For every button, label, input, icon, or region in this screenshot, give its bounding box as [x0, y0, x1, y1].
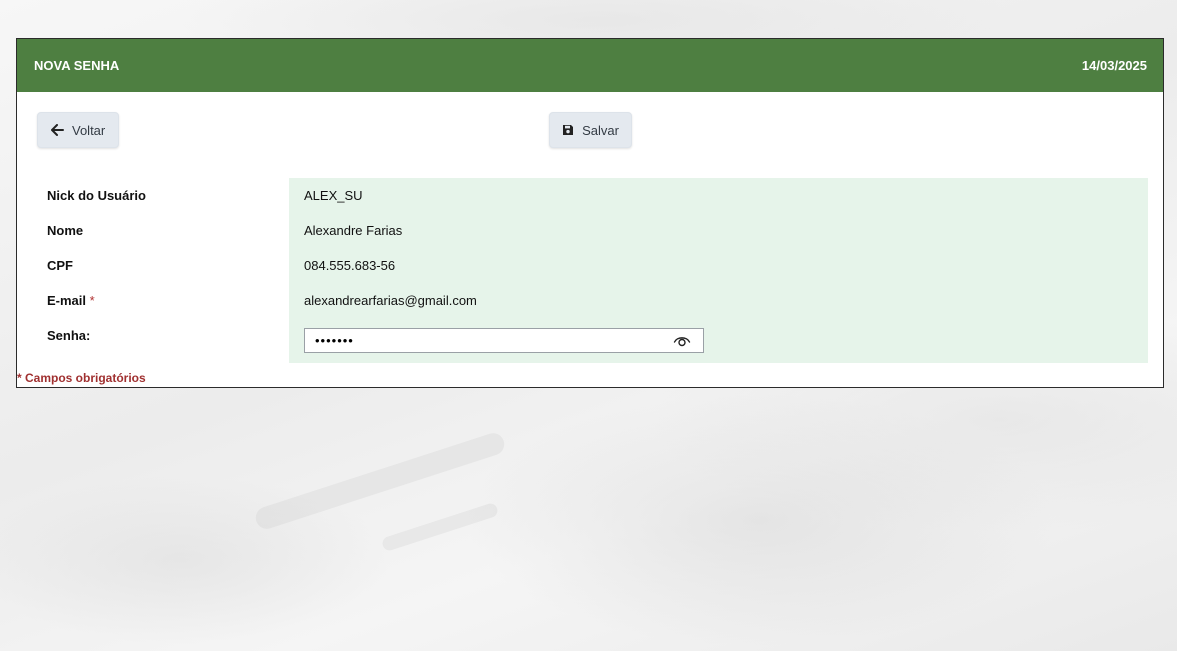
back-button-label: Voltar	[72, 122, 106, 138]
password-field[interactable]	[304, 328, 704, 353]
current-date: 14/03/2025	[1081, 58, 1147, 73]
field-row-password: Senha:	[17, 318, 1148, 363]
password-label: Senha:	[47, 328, 91, 343]
field-label: E-mail	[47, 293, 87, 308]
save-button-label: Salvar	[582, 122, 619, 138]
back-button[interactable]: Voltar	[37, 112, 119, 148]
toolbar: Voltar Salvar	[17, 92, 1163, 178]
save-button[interactable]: Salvar	[549, 112, 632, 148]
field-value: alexandrearfarias@gmail.com	[304, 293, 477, 308]
field-label: Nick do Usuário	[47, 188, 146, 203]
arrow-left-icon	[50, 123, 64, 137]
field-row-cpf: CPF 084.555.683-56	[17, 248, 1148, 283]
field-label: CPF	[47, 258, 73, 273]
field-row-name: Nome Alexandre Farias	[17, 213, 1148, 248]
required-fields-note: * Campos obrigatórios	[17, 371, 146, 385]
password-input[interactable]	[305, 329, 665, 352]
field-label-email: E-mail *	[17, 293, 289, 308]
field-value: Alexandre Farias	[304, 223, 403, 238]
eye-icon[interactable]	[673, 333, 691, 348]
field-value: ALEX_SU	[304, 188, 363, 203]
field-value: 084.555.683-56	[304, 258, 396, 273]
page-title: NOVA SENHA	[34, 58, 120, 73]
field-row-nick: Nick do Usuário ALEX_SU	[17, 178, 1148, 213]
field-row-email: E-mail * alexandrearfarias@gmail.com	[17, 283, 1148, 318]
new-password-panel: NOVA SENHA 14/03/2025 Voltar Salvar Nick…	[16, 38, 1164, 388]
user-form: Nick do Usuário ALEX_SU Nome Alexandre F…	[17, 178, 1163, 363]
panel-header: NOVA SENHA 14/03/2025	[17, 39, 1163, 92]
field-label: Nome	[47, 223, 84, 238]
required-mark: *	[89, 293, 95, 308]
floppy-disk-icon	[562, 123, 574, 137]
